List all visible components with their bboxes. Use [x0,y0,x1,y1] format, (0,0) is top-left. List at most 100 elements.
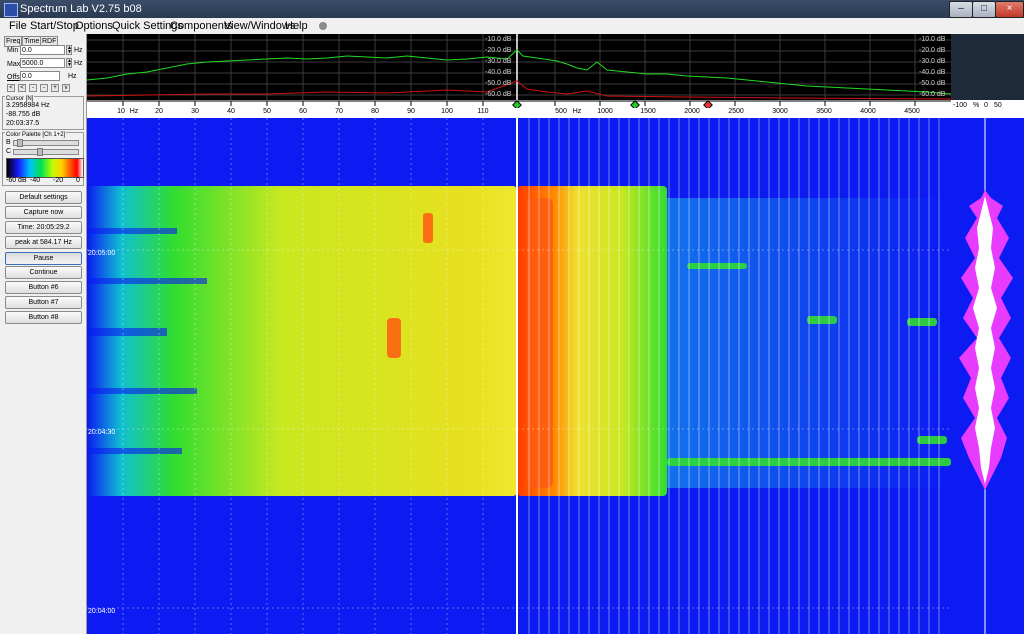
marker-green-2-icon[interactable] [630,100,640,108]
freq-tick-100: 100 [441,108,453,115]
cursor-frequency: 3.2958984 Hz [6,102,50,109]
freq-tick-110: 110 [477,108,489,115]
contrast-slider[interactable] [13,148,79,156]
close-button[interactable]: × [995,1,1024,18]
continue-button[interactable]: Continue [5,266,82,279]
db-label-6: -60.0 dB [485,91,512,98]
button-7[interactable]: Button #7 [5,296,82,309]
menu-start-stop[interactable]: Start/Stop [30,20,79,32]
db-label-2: -20.0 dB [485,47,512,54]
pause-button[interactable]: Pause [5,252,82,265]
button-8[interactable]: Button #8 [5,311,82,324]
scope-header: -100 % 0 50 [951,100,1024,118]
freq-tick-10: 10 [117,108,125,115]
maximize-button[interactable]: □ [972,1,996,18]
palette-tick-4: 0 [76,177,80,184]
menu-bar: File Start/Stop Options Quick Settings C… [0,18,1024,34]
db-label-4: -40.0 dB [485,69,512,76]
waterfall-image [87,118,951,634]
button-6[interactable]: Button #6 [5,281,82,294]
contrast-knob[interactable] [37,148,43,156]
freq-tick-500: 500 [555,108,567,115]
waterfall-time-label-1: 20:05:00 [88,250,116,257]
db-label-right-6: -60.0 dB [919,91,946,98]
freq-tick-40: 40 [227,108,235,115]
freq-tick-80: 80 [371,108,379,115]
max-unit: Hz [74,60,83,67]
freq-tick-4000: 4000 [860,108,876,115]
offs-unit: Hz [68,73,77,80]
freq-tick-3500: 3500 [816,108,832,115]
scope-scale-zero: 0 [984,102,988,109]
palette-group-label: Color Palette [Ch 1+2] [5,132,67,138]
waterfall-time-label-3: 20:04:00 [88,608,116,615]
max-spinner[interactable]: ▲ ▼ [66,58,72,68]
peak-display-button[interactable]: peak at 584.17 Hz [5,236,82,249]
menu-options[interactable]: Options [75,20,113,32]
db-label-right-4: -40.0 dB [919,69,946,76]
freq-tick-2000: 2000 [684,108,700,115]
min-unit: Hz [74,47,83,54]
freq-tick-30: 30 [191,108,199,115]
title-bar: Spectrum Lab V2.75 b08 – □ × [0,0,1024,18]
menu-file[interactable]: File [9,20,27,32]
db-label-right-5: -50.0 dB [919,80,946,87]
freq-tick-4500: 4500 [904,108,920,115]
spectrum-trace-green [87,49,951,95]
offs-label: Offs [7,74,20,81]
control-panel: Freq Time RDF Min 0.0 ▲ ▼ Hz Max 5000.0 ▲… [0,34,87,634]
waterfall-display[interactable]: 20:05:00 20:04:30 20:04:00 [87,118,951,634]
freq-tick-60: 60 [299,108,307,115]
brightness-label: B [6,139,11,146]
marker-red-icon[interactable] [703,100,713,108]
time-display-button[interactable]: Time: 20:05:29.2 [5,221,82,234]
offs-field[interactable]: 0.0 [20,71,60,81]
cursor-time: 20:03:37.5 [6,120,40,127]
nav-button-4[interactable]: - [40,84,48,92]
max-label: Max [7,61,21,68]
min-label: Min [7,47,19,54]
freq-unit-hz-high: Hz [572,108,582,115]
capture-now-button[interactable]: Capture now [5,206,82,219]
nav-button-6[interactable]: v [62,84,70,92]
app-icon [4,3,18,17]
nav-button-5[interactable]: + [51,84,59,92]
db-label-5: -50.0 dB [485,80,512,87]
nav-button-2[interactable]: < [18,84,26,92]
nav-button-1[interactable]: < [7,84,15,92]
scope-scale-min: -100 [953,102,968,109]
min-spinner[interactable]: ▲ ▼ [66,45,72,55]
frequency-axis-ticks [87,100,951,108]
status-dot-icon [319,22,327,30]
default-settings-button[interactable]: Default settings [5,191,82,204]
brightness-knob[interactable] [17,139,23,147]
color-palette-bar[interactable] [6,158,84,178]
scope-trace [959,118,1013,634]
db-label-3: -30.0 dB [485,58,512,65]
scope-panel[interactable]: -100 % 0 50 [951,100,1024,634]
freq-tick-70: 70 [335,108,343,115]
brightness-slider[interactable] [13,139,79,147]
minimize-button[interactable]: – [949,1,973,18]
db-label-right-3: -30.0 dB [919,58,946,65]
spectrum-graph[interactable]: -10.0 dB -20.0 dB -30.0 dB -40.0 dB -50.… [87,34,951,100]
palette-tick-2: -40 [30,177,41,184]
nav-button-3[interactable]: - [29,84,37,92]
window-title: Spectrum Lab V2.75 b08 [20,3,142,15]
freq-tick-3000: 3000 [772,108,788,115]
freq-tick-50: 50 [263,108,271,115]
db-label-right-1: -10.0 dB [919,36,946,43]
contrast-label: C [6,148,12,155]
marker-green-1-icon[interactable] [512,100,522,108]
palette-tick-3: -20 [53,177,64,184]
menu-help[interactable]: Help [285,20,308,32]
freq-tick-2500: 2500 [728,108,744,115]
scope-scale-unit: % [973,102,980,109]
freq-tick-1500: 1500 [640,108,656,115]
frequency-axis[interactable]: 10 Hz 20 30 40 50 60 70 80 90 100 110 50… [87,100,951,118]
cursor-level: -88.755 dB [6,111,41,118]
freq-tick-1000: 1000 [597,108,613,115]
min-field[interactable]: 0.0 [20,45,65,55]
max-field[interactable]: 5000.0 [20,58,65,68]
scope-scale-max: 50 [994,102,1002,109]
